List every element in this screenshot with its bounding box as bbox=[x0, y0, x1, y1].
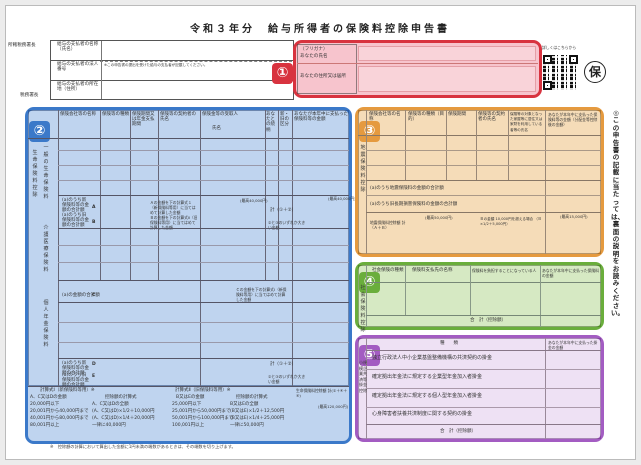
formula-new-row-1-range: 20,000円以下 bbox=[30, 402, 60, 407]
s3-old-long-label: (a)のうち旧長期損害保険料の金額の合計額 bbox=[370, 202, 458, 207]
s3-header-resident: 保険等の対象となった家屋等に居住又は家財を利用している者等の氏名 bbox=[510, 112, 543, 132]
s3-table bbox=[358, 110, 601, 254]
qr-caption: 詳しくはこちらから bbox=[542, 45, 577, 50]
employer-address-label: 給与の支払者の所在地（住所） bbox=[57, 82, 99, 93]
s5-row-1: 独立行政法人中小企業基盤整備機構の共済契約の掛金 bbox=[372, 355, 493, 361]
formula-old-row-2-range: 25,001円から50,000円まで bbox=[172, 409, 231, 414]
s4-header-payee: 保険料支払先の名称 bbox=[412, 268, 453, 273]
formula-old-row-3-range: 50,001円から100,000円まで bbox=[172, 416, 234, 421]
s2-header-relation: あなたとの続柄 bbox=[266, 112, 275, 133]
section-1-badge: ① bbox=[272, 63, 293, 84]
s4-vertical: 社会保険料控除 bbox=[360, 285, 366, 333]
employer-name-label: 給与の支払者の名称（氏名） bbox=[57, 42, 99, 53]
formula-new-row-2-range: 20,001円から40,000円まで bbox=[30, 409, 89, 414]
formula-old-row-1-range: 25,000円以下 bbox=[172, 402, 202, 407]
s3-formula: Ｂの金額 10,000円を超える場合 （Ｂ×1/2＋5,000円） bbox=[480, 217, 542, 227]
tax-office-label: 所轄税務署長 bbox=[8, 43, 36, 48]
s2-formula-header-d: 控除額の計算式 bbox=[236, 395, 268, 400]
s2-care-calc: Ｃの金額を下の計算式Ⅰ（新保険料等用）に当てはめて計算した金額 bbox=[236, 287, 287, 303]
footnote: ※ 控除額の計算において算出した金額に1円未満の端数があるときは、その端数を切り… bbox=[50, 444, 236, 449]
s5-header-amount: あなたが本年中に支払った掛金の金額 bbox=[548, 340, 598, 351]
s3-header-company: 保険会社等の名称 bbox=[369, 112, 401, 123]
s4-header-type: 社会保険の種類 bbox=[372, 268, 404, 273]
s4-total-label: 合 計（控除額） bbox=[470, 318, 506, 323]
s2-control-label: 生命保険料控除額 計(①＋④＋⑥) bbox=[296, 388, 348, 399]
s2-vertical-pension: 個人年金保険料 bbox=[43, 300, 49, 348]
s5-row-4: 心身障害者扶養共済制度に関する契約の掛金 bbox=[372, 411, 473, 417]
s2-letter-d: D bbox=[92, 362, 96, 367]
s3-vertical: 地震保険料控除 bbox=[360, 145, 366, 193]
s2-vertical-care: 介護医療保険料 bbox=[43, 225, 49, 273]
s5-row-2: 確定拠出年金法に規定する企業型年金加入者掛金 bbox=[372, 374, 483, 380]
s2-header-amount: あなたが本年中に支払った保険料等の金額 bbox=[294, 112, 348, 123]
formula-new-row-4-calc: 一律に40,000円 bbox=[92, 423, 126, 428]
s1-furigana-label: （フリガナ） bbox=[300, 47, 328, 52]
s5-total-label: 合 計（控除額） bbox=[440, 429, 476, 434]
stamp-seal-icon: 保 bbox=[584, 61, 606, 83]
s3-max-50k: (最高50,000円) bbox=[425, 215, 453, 220]
s2-letter-c: C bbox=[92, 293, 96, 298]
number-note: ※この申告書の提出を受けた給与の支払者が記載してください。 bbox=[104, 63, 208, 67]
s2-old-total-label: (a)のうち旧保険料等の金額の合計額 bbox=[62, 213, 89, 229]
side-instruction-note: ◎この申告書の記載に当たっては、裏面の説明をお読みください。 bbox=[611, 109, 624, 317]
employer-number-label: 給与の支払者の法人番号 bbox=[57, 62, 99, 73]
s2-pension-compare: ②と③のいずれか大きい金額 bbox=[268, 374, 306, 385]
formula-old-row-4-calc: 一律に50,000円 bbox=[230, 423, 264, 428]
s2-letter-e: E bbox=[92, 374, 96, 379]
s4-header-amount: あなたが本年中に支払った保険料の金額 bbox=[542, 268, 599, 279]
formula-new-row-4-range: 80,001円以上 bbox=[30, 423, 60, 428]
s3-earthquake-label: (a)のうち地震保険料の金額の合計額 bbox=[370, 186, 444, 191]
s2-formula-header-c: B又はEの金額 bbox=[176, 395, 205, 400]
s3-header-contractor: 保険等の契約者の氏名 bbox=[478, 112, 505, 123]
s2-max-40k-2: (最高40,000円) bbox=[328, 196, 356, 201]
s2-table bbox=[28, 110, 349, 386]
s2-vertical-life: 一般の生命保険料 bbox=[43, 145, 49, 200]
s3-header-type: 保険等の種類（目的） bbox=[408, 112, 444, 123]
form-title: 令和３年分 給与所得者の保険料控除申告書 bbox=[190, 24, 450, 35]
s2-letter-a: A bbox=[92, 205, 96, 210]
tax-office-suffix: 税務署長 bbox=[20, 93, 39, 98]
s2-header-new-old: 新・旧の区分 bbox=[280, 112, 289, 128]
s5-row-3: 確定拠出年金法に規定する個人型年金加入者掛金 bbox=[372, 393, 483, 399]
s2-formula-old-title: 計算式Ⅱ（旧保険料等用）※ bbox=[175, 388, 231, 393]
formula-old-row-1-calc: B又はEの全額 bbox=[230, 402, 259, 407]
formula-new-row-3-range: 40,001円から80,000円まで bbox=[30, 416, 89, 421]
s2-header-name: 氏名 bbox=[212, 126, 221, 131]
s3-max-15k: (最高15,000円) bbox=[560, 214, 588, 219]
s1-name-label: あなたの氏名 bbox=[300, 54, 328, 59]
s2-pension-sum: 計（①＋②） bbox=[270, 362, 297, 367]
s4-header-payer: 保険料を負担することになっている人 bbox=[472, 268, 537, 273]
s2-header-recipient: 保険金等の受取人 bbox=[202, 112, 238, 117]
s2-header-contractor: 保険等の契約者の氏名 bbox=[160, 112, 196, 123]
s5-header-kind: 種 類 bbox=[440, 341, 458, 346]
formula-new-row-1-calc: A、C又はDの全額 bbox=[92, 402, 129, 407]
s2-formula-header-b: 控除額の計算式 bbox=[105, 395, 137, 400]
formula-old-row-4-range: 100,001円以上 bbox=[172, 423, 205, 428]
s3-header-period: 保険期間 bbox=[448, 112, 466, 117]
s1-address-field[interactable] bbox=[358, 66, 536, 92]
s2-sum-label: 計（①＋②） bbox=[270, 208, 297, 213]
s3-header-amount: あなたが本年中に支払った保険料等の金額（分配金等控除後の金額） bbox=[548, 112, 598, 128]
qr-code-icon[interactable] bbox=[543, 55, 578, 90]
s2-new-total-label: (a)のうち新保険料等の金額の合計額 bbox=[62, 198, 89, 214]
formula-new-row-3-calc: (A、C又はD)×1/4＋20,000円 bbox=[92, 416, 155, 421]
s2-header-period: 保険期間又は年金支払期間 bbox=[132, 112, 155, 128]
formula-old-row-3-calc: (B又はE)×1/4＋25,000円 bbox=[230, 416, 285, 421]
s1-address-label: あなたの住所又は居所 bbox=[300, 74, 346, 79]
s2-letter-b: B bbox=[92, 220, 96, 225]
s2-calc-note-new: Ａの金額を下の計算式１（新保険料等用）に当てはめて計算した金額 bbox=[150, 200, 196, 216]
s1-name-field[interactable] bbox=[358, 46, 536, 61]
formula-old-row-2-calc: (B又はE)×1/2＋12,500円 bbox=[230, 409, 285, 414]
formula-new-row-2-calc: (A、C又はD)×1/2＋10,000円 bbox=[92, 409, 155, 414]
s2-vertical-total: 生命保険料控除 bbox=[32, 150, 38, 198]
s2-formula-new-title: 計算式Ⅰ（新保険料等用）※ bbox=[40, 388, 95, 393]
s3-control-label: 地震保険料控除額 計（Ａ＋Ｂ） bbox=[370, 220, 406, 231]
s2-header-type: 保険等の種類 bbox=[102, 112, 129, 117]
s2-header-company: 保険会社等の名称 bbox=[60, 112, 96, 117]
s2-max-40k: (最高40,000円) bbox=[240, 198, 268, 203]
s2-formula-header-a: A、C又はDの金額 bbox=[30, 395, 67, 400]
s2-max-120k: (最高120,000円) bbox=[318, 404, 349, 409]
